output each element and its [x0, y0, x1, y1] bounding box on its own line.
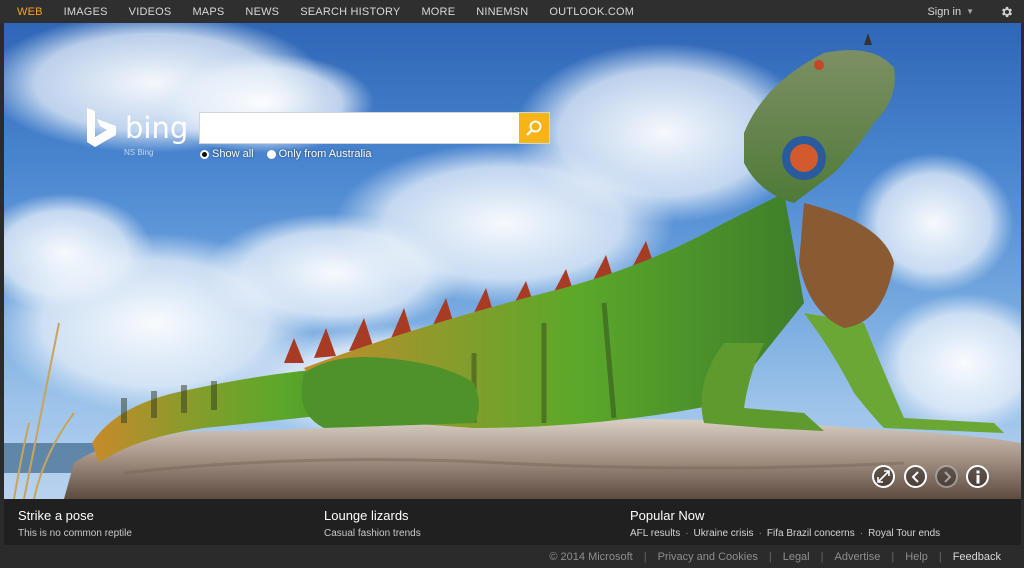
radio-show-all-label: Show all — [212, 148, 254, 160]
divider: | — [643, 550, 647, 563]
next-icon — [943, 470, 951, 483]
nav-news[interactable]: NEWS — [245, 6, 279, 18]
fullscreen-button[interactable] — [872, 465, 895, 488]
radio-only-australia-label: Only from Australia — [278, 148, 372, 160]
nav-images[interactable]: IMAGES — [64, 6, 108, 18]
footer-link-privacy[interactable]: Privacy and Cookies — [658, 551, 758, 563]
info-panel-middle: Lounge lizards Casual fashion trends — [324, 508, 421, 539]
lounge-lizards-link[interactable]: Lounge lizards — [324, 508, 421, 523]
sign-in-label: Sign in — [927, 5, 962, 18]
top-nav-bar: WEB IMAGES VIDEOS MAPS NEWS SEARCH HISTO… — [0, 0, 1024, 23]
logo-subtitle: NS Bing — [124, 148, 154, 157]
nav-maps[interactable]: MAPS — [192, 6, 224, 18]
trend-link[interactable]: Fifa Brazil concerns — [767, 528, 855, 539]
search-box — [199, 112, 550, 144]
expand-icon — [877, 470, 890, 483]
radio-dot — [266, 149, 276, 159]
nav-more[interactable]: MORE — [421, 6, 455, 18]
trend-link[interactable]: Ukraine crisis — [694, 528, 754, 539]
footer-link-help[interactable]: Help — [905, 551, 928, 563]
image-info-bar: Strike a pose This is no common reptile … — [4, 499, 1021, 545]
radio-dot-selected — [200, 149, 209, 159]
prev-icon — [911, 470, 919, 483]
divider: | — [891, 550, 895, 563]
divider: | — [768, 550, 772, 563]
nav-search-history[interactable]: SEARCH HISTORY — [300, 6, 400, 18]
info-icon — [976, 470, 979, 483]
separator: · — [685, 528, 689, 539]
bing-logo[interactable]: bing — [85, 108, 188, 148]
trending-list: AFL results · Ukraine crisis · Fifa Braz… — [630, 528, 940, 539]
account-area: Sign in ▼ — [927, 0, 1014, 23]
footer-link-feedback[interactable]: Feedback — [953, 551, 1001, 563]
sign-in-button[interactable]: Sign in ▼ — [927, 6, 974, 18]
trend-link[interactable]: AFL results — [630, 528, 680, 539]
popular-now-title[interactable]: Popular Now — [630, 508, 940, 523]
radio-only-australia[interactable]: Only from Australia — [266, 148, 372, 160]
next-image-button[interactable] — [935, 465, 958, 488]
trend-link[interactable]: Royal Tour ends — [868, 528, 940, 539]
chevron-down-icon: ▼ — [966, 7, 974, 16]
nav-videos[interactable]: VIDEOS — [129, 6, 172, 18]
footer-link-legal[interactable]: Legal — [783, 551, 810, 563]
bing-logo-icon — [87, 108, 116, 147]
image-info-button[interactable] — [966, 465, 989, 488]
separator: · — [859, 528, 864, 539]
info-panel-left: Strike a pose This is no common reptile — [18, 508, 132, 539]
search-button[interactable] — [519, 113, 549, 143]
divider: | — [938, 550, 942, 563]
previous-image-button[interactable] — [904, 465, 927, 488]
nav-ninemsn[interactable]: NINEMSN — [476, 6, 528, 18]
background-image — [4, 23, 1021, 499]
casual-fashion-link[interactable]: Casual fashion trends — [324, 528, 421, 539]
separator: · — [758, 528, 762, 539]
footer-link-advertise[interactable]: Advertise — [834, 551, 880, 563]
image-subtitle-link[interactable]: This is no common reptile — [18, 528, 132, 539]
search-icon — [526, 120, 542, 136]
nav-web[interactable]: WEB — [17, 6, 43, 18]
copyright: © 2014 Microsoft — [549, 550, 633, 563]
footer: © 2014 Microsoft | Privacy and Cookies |… — [0, 545, 1024, 568]
logo-wordmark: bing — [125, 111, 189, 145]
nav-outlook[interactable]: OUTLOOK.COM — [549, 6, 634, 18]
divider: | — [820, 550, 824, 563]
popular-now-panel: Popular Now AFL results · Ukraine crisis… — [630, 508, 940, 539]
primary-nav: WEB IMAGES VIDEOS MAPS NEWS SEARCH HISTO… — [0, 0, 655, 23]
radio-show-all[interactable]: Show all — [200, 148, 254, 160]
search-input[interactable] — [200, 113, 519, 143]
search-scope: Show all Only from Australia — [200, 148, 385, 160]
image-title-link[interactable]: Strike a pose — [18, 508, 132, 523]
iguana-scene — [4, 23, 1021, 499]
gear-icon[interactable] — [1000, 5, 1014, 19]
